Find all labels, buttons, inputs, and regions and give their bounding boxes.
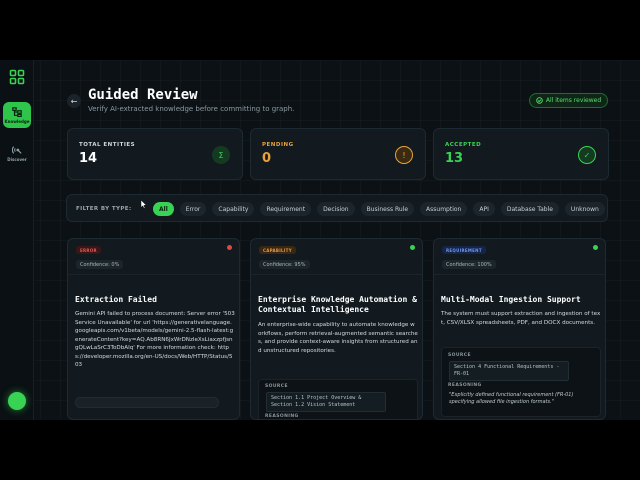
filter-chip-unknown[interactable]: Unknown <box>564 202 605 216</box>
card-title: Extraction Failed <box>75 295 157 304</box>
review-status-text: All items reviewed <box>545 97 602 104</box>
filter-chip-all[interactable]: All <box>153 202 174 216</box>
card-body: Gemini API failed to process document: S… <box>75 311 235 368</box>
entity-card-requirement[interactable]: REQUIREMENT Confidence: 100% Multi-Modal… <box>433 238 606 420</box>
nav-item-label: Knowledge <box>4 118 30 124</box>
reasoning-label: REASONING <box>265 414 299 419</box>
type-tag: ERROR <box>76 246 101 254</box>
card-title: Multi-Modal Ingestion Support <box>441 295 581 304</box>
letterbox-bottom <box>0 420 640 480</box>
back-button[interactable]: ← <box>67 94 81 108</box>
stat-label: ACCEPTED <box>445 142 482 148</box>
filter-chip-api[interactable]: API <box>473 202 495 216</box>
filter-chip-requirement[interactable]: Requirement <box>260 202 312 216</box>
type-tag: CAPABILITY <box>259 246 296 254</box>
nav-item-label: Discover <box>7 156 27 162</box>
source-box: SOURCE Section 4 Functional Requirements… <box>441 347 601 417</box>
page-title: Guided Review <box>88 87 198 103</box>
card-body: The system must support extraction and i… <box>441 311 601 326</box>
app-window: Knowledge Discover ← Guided Review Verif… <box>0 60 640 420</box>
stat-label: PENDING <box>262 142 294 148</box>
card-body: An enterprise-wide capability to automat… <box>258 322 418 354</box>
alert-icon: ! <box>395 146 413 164</box>
user-avatar[interactable] <box>8 392 26 410</box>
stat-total-entities: TOTAL ENTITIES 14 Σ <box>67 128 243 180</box>
error-field[interactable] <box>75 397 219 408</box>
stat-accepted: ACCEPTED 13 ✓ <box>433 128 609 180</box>
filter-chip-assumption[interactable]: Assumption <box>420 202 468 216</box>
source-label: SOURCE <box>448 353 471 358</box>
arrow-left-icon: ← <box>70 96 78 106</box>
stat-value: 14 <box>79 151 98 166</box>
stat-value: 13 <box>445 151 464 166</box>
entity-card-capability[interactable]: CAPABILITY Confidence: 95% Enterprise Kn… <box>250 238 423 420</box>
source-label: SOURCE <box>265 384 288 389</box>
letterbox-top <box>0 0 640 60</box>
grid-icon[interactable] <box>9 69 25 85</box>
filter-chip-capability[interactable]: Capability <box>212 202 255 216</box>
tree-icon <box>12 106 22 117</box>
page-subtitle: Verify AI-extracted knowledge before com… <box>88 105 295 113</box>
source-reference: Section 1.1 Project Overview & Section 1… <box>266 392 386 412</box>
confidence-badge: Confidence: 100% <box>442 260 496 269</box>
filter-chip-decision[interactable]: Decision <box>317 202 355 216</box>
filter-chip-business-rule[interactable]: Business Rule <box>360 202 415 216</box>
type-tag: REQUIREMENT <box>442 246 486 254</box>
mouse-cursor-icon <box>141 200 147 209</box>
filter-label: FILTER BY TYPE: <box>76 206 132 212</box>
filter-chip-error[interactable]: Error <box>179 202 207 216</box>
stat-label: TOTAL ENTITIES <box>79 142 136 148</box>
source-reference: Section 4 Functional Requirements - FR-0… <box>449 361 569 381</box>
status-dot <box>227 245 232 250</box>
reasoning-label: REASONING <box>448 383 482 388</box>
status-dot <box>410 245 415 250</box>
confidence-badge: Confidence: 95% <box>259 260 310 269</box>
confidence-badge: Confidence: 0% <box>76 260 124 269</box>
filter-chips: All Error Capability Requirement Decisio… <box>153 202 605 216</box>
review-status-badge: All items reviewed <box>529 93 608 108</box>
nav-item-discover[interactable]: Discover <box>3 140 31 166</box>
radar-icon <box>12 145 22 154</box>
stat-value: 0 <box>262 151 272 166</box>
status-dot <box>593 245 598 250</box>
filter-bar: FILTER BY TYPE: All Error Capability Req… <box>66 194 608 222</box>
card-header: ERROR Confidence: 0% <box>68 239 239 275</box>
entity-card-error[interactable]: ERROR Confidence: 0% Extraction Failed G… <box>67 238 240 420</box>
card-title: Enterprise Knowledge Automation & Contex… <box>258 295 417 314</box>
card-header: REQUIREMENT Confidence: 100% <box>434 239 605 275</box>
nav-item-knowledge[interactable]: Knowledge <box>3 102 31 128</box>
card-header: CAPABILITY Confidence: 95% <box>251 239 422 275</box>
filter-chip-database-table[interactable]: Database Table <box>500 202 559 216</box>
source-box: SOURCE Section 1.1 Project Overview & Se… <box>258 379 418 419</box>
stat-pending: PENDING 0 ! <box>250 128 426 180</box>
nav-rail: Knowledge Discover <box>0 60 34 420</box>
check-icon: ✓ <box>578 146 596 164</box>
reasoning-text: "Explicitly defined functional requireme… <box>449 392 574 405</box>
check-circle-icon <box>536 97 543 104</box>
sigma-icon: Σ <box>212 146 230 164</box>
